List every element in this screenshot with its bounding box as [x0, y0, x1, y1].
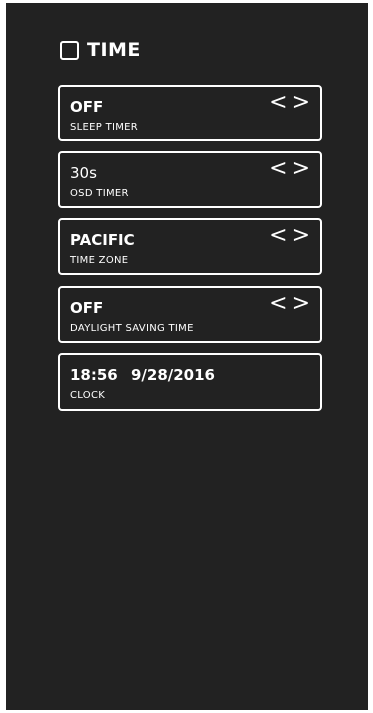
chevron-left-icon[interactable]: <	[269, 292, 287, 316]
chevron-right-icon[interactable]: >	[292, 292, 310, 316]
setting-daylight-saving-time[interactable]: OFF DAYLIGHT SAVING TIME < >	[58, 286, 322, 343]
daylight-saving-value: OFF	[70, 299, 104, 317]
osd-timer-arrows: < >	[269, 157, 310, 181]
setting-osd-timer[interactable]: 30s OSD TIMER < >	[58, 151, 322, 208]
menu-header: TIME	[60, 36, 141, 64]
setting-sleep-timer[interactable]: OFF SLEEP TIMER < >	[58, 85, 322, 141]
chevron-right-icon[interactable]: >	[292, 224, 310, 248]
checkbox-icon	[60, 40, 79, 60]
clock-label: CLOCK	[70, 390, 106, 401]
sleep-timer-arrows: < >	[269, 91, 310, 115]
setting-time-zone[interactable]: PACIFIC TIME ZONE < >	[58, 218, 322, 275]
time-zone-value: PACIFIC	[70, 231, 135, 249]
sleep-timer-label: SLEEP TIMER	[70, 122, 139, 133]
chevron-left-icon[interactable]: <	[269, 157, 287, 181]
sleep-timer-value: OFF	[70, 98, 104, 116]
time-zone-arrows: < >	[269, 224, 310, 248]
setting-clock[interactable]: 18:56 9/28/2016 CLOCK	[58, 353, 322, 411]
daylight-saving-label: DAYLIGHT SAVING TIME	[70, 323, 194, 334]
tv-screen: TIME OFF SLEEP TIMER < > 30s OSD TIMER <…	[6, 3, 368, 710]
menu-title: TIME	[87, 39, 141, 61]
chevron-left-icon[interactable]: <	[269, 91, 287, 115]
time-zone-label: TIME ZONE	[70, 255, 129, 266]
chevron-right-icon[interactable]: >	[292, 91, 310, 115]
daylight-saving-arrows: < >	[269, 292, 310, 316]
chevron-left-icon[interactable]: <	[269, 224, 287, 248]
clock-value: 18:56 9/28/2016	[70, 366, 215, 384]
chevron-right-icon[interactable]: >	[292, 157, 310, 181]
osd-timer-value: 30s	[70, 164, 97, 182]
osd-timer-label: OSD TIMER	[70, 188, 129, 199]
